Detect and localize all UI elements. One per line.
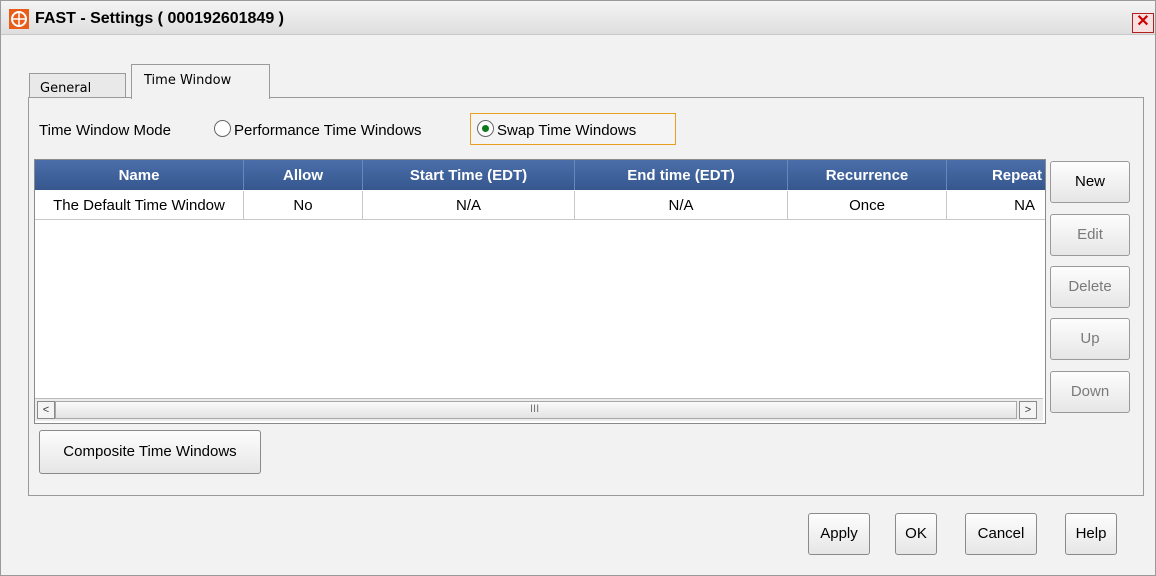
column-header-allow[interactable]: Allow	[244, 160, 363, 190]
table-cell-name[interactable]: The Default Time Window	[35, 191, 244, 220]
time-window-table: Name Allow Start Time (EDT) End time (ED…	[34, 159, 1046, 424]
performance-radio-label[interactable]: Performance Time Windows	[234, 122, 422, 139]
scrollbar-grip-icon: III	[530, 403, 540, 415]
table-cell-end-time[interactable]: N/A	[575, 191, 788, 220]
tab-time-window[interactable]: Time Window	[131, 64, 270, 99]
performance-radio[interactable]	[214, 120, 231, 137]
tab-general-label: General	[40, 81, 92, 96]
tab-general[interactable]: General	[29, 73, 126, 98]
column-header-end-time[interactable]: End time (EDT)	[575, 160, 788, 190]
table-cell-repeat[interactable]: NA	[947, 191, 1045, 220]
new-button[interactable]: New	[1050, 161, 1130, 203]
fast-app-icon	[9, 9, 29, 29]
window-title: FAST - Settings ( 000192601849 )	[35, 10, 284, 27]
horizontal-scrollbar[interactable]: < III >	[35, 398, 1043, 421]
up-button[interactable]: Up	[1050, 318, 1130, 360]
column-header-name[interactable]: Name	[35, 160, 244, 190]
scrollbar-thumb[interactable]: III	[55, 401, 1017, 419]
tab-time-window-label: Time Window	[144, 73, 232, 88]
ok-button[interactable]: OK	[895, 513, 937, 555]
close-icon[interactable]: ✕	[1132, 13, 1154, 33]
table-cell-start-time[interactable]: N/A	[363, 191, 575, 220]
column-header-recurrence[interactable]: Recurrence	[788, 160, 947, 190]
scroll-right-icon[interactable]: >	[1019, 401, 1037, 419]
scroll-left-icon[interactable]: <	[37, 401, 55, 419]
settings-dialog: FAST - Settings ( 000192601849 ) ✕ Gener…	[0, 0, 1156, 576]
composite-time-windows-button[interactable]: Composite Time Windows	[39, 430, 261, 474]
cancel-button[interactable]: Cancel	[965, 513, 1037, 555]
edit-button[interactable]: Edit	[1050, 214, 1130, 256]
column-header-repeat[interactable]: Repeat	[947, 160, 1045, 190]
delete-button[interactable]: Delete	[1050, 266, 1130, 308]
column-header-start-time[interactable]: Start Time (EDT)	[363, 160, 575, 190]
down-button[interactable]: Down	[1050, 371, 1130, 413]
help-button[interactable]: Help	[1065, 513, 1117, 555]
table-cell-allow[interactable]: No	[244, 191, 363, 220]
time-window-mode-label: Time Window Mode	[39, 122, 171, 139]
swap-radio-label[interactable]: Swap Time Windows	[497, 122, 636, 139]
swap-radio[interactable]	[477, 120, 494, 137]
apply-button[interactable]: Apply	[808, 513, 870, 555]
table-cell-recurrence[interactable]: Once	[788, 191, 947, 220]
radio-selected-dot	[482, 125, 489, 132]
title-bar: FAST - Settings ( 000192601849 ) ✕	[1, 1, 1155, 35]
